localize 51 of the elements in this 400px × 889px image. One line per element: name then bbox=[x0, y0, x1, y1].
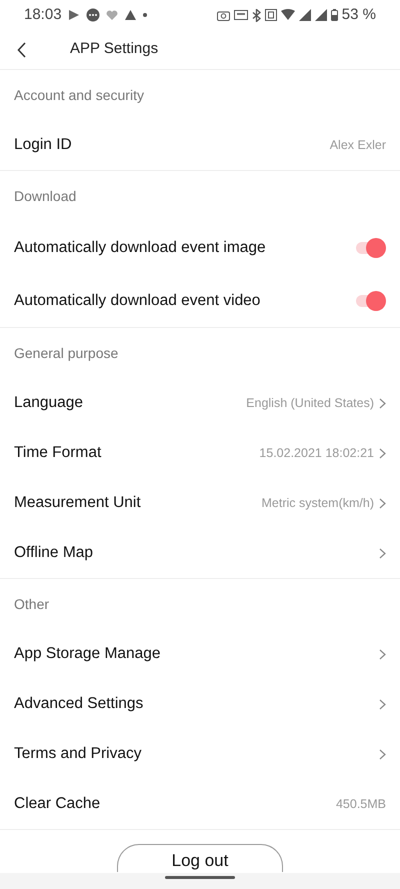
dot-icon bbox=[142, 13, 147, 17]
back-icon bbox=[17, 42, 27, 58]
setting-label: Language bbox=[14, 393, 83, 414]
setting-value: Alex Exler bbox=[330, 136, 386, 154]
toggle-switch[interactable] bbox=[356, 290, 386, 310]
setting-label: App Storage Manage bbox=[14, 644, 160, 664]
setting-label: Clear Cache bbox=[14, 794, 100, 814]
chevron-right-icon bbox=[379, 548, 386, 558]
setting-label: Automatically download event image bbox=[14, 238, 266, 258]
settings-row[interactable]: Time Format 15.02.2021 18:02:21 bbox=[0, 428, 400, 478]
setting-label: Time Format bbox=[14, 443, 102, 464]
setting-label: Measurement Unit bbox=[14, 493, 141, 514]
settings-row[interactable]: Terms and Privacy bbox=[0, 729, 400, 779]
setting-value: English (United States) bbox=[246, 394, 374, 412]
chevron-right-icon bbox=[379, 698, 386, 710]
chat-icon bbox=[86, 8, 100, 22]
clock: 18:03 bbox=[24, 4, 62, 25]
setting-label: Terms and Privacy bbox=[14, 744, 142, 764]
settings-row[interactable]: App Storage Manage bbox=[0, 629, 400, 679]
settings-row[interactable]: Offline Map bbox=[0, 528, 400, 578]
settings-row[interactable]: Advanced Settings bbox=[0, 679, 400, 729]
wifi-icon bbox=[280, 8, 295, 22]
setting-value: 15.02.2021 18:02:21 bbox=[259, 444, 374, 462]
setting-value: Metric system(km/h) bbox=[262, 494, 374, 512]
heart-icon bbox=[106, 10, 118, 20]
page-title: APP Settings bbox=[70, 39, 158, 60]
chevron-right-icon bbox=[379, 498, 386, 508]
setting-label: Offline Map bbox=[14, 543, 93, 564]
play-icon bbox=[68, 9, 80, 21]
logout-button[interactable]: Log out bbox=[117, 844, 283, 872]
setting-label: Automatically download event video bbox=[14, 290, 260, 311]
section-header: Download bbox=[14, 186, 76, 206]
bluetooth-icon bbox=[252, 8, 261, 22]
chevron-right-icon bbox=[379, 398, 386, 408]
section-header: Account and security bbox=[14, 86, 144, 105]
battery-icon bbox=[330, 9, 338, 21]
chevron-right-icon bbox=[379, 748, 386, 760]
section-header: General purpose bbox=[14, 344, 118, 363]
settings-row[interactable]: Measurement Unit Metric system(km/h) bbox=[0, 478, 400, 528]
signal-icon bbox=[314, 9, 327, 21]
chevron-right-icon bbox=[379, 448, 386, 458]
battery-percentage: 53 % bbox=[342, 4, 376, 25]
camera-icon bbox=[216, 10, 230, 20]
toggle-switch[interactable] bbox=[356, 238, 386, 258]
signal-icon bbox=[298, 9, 311, 21]
chevron-right-icon bbox=[379, 648, 386, 660]
section-header: Other bbox=[14, 594, 50, 614]
setting-label: Login ID bbox=[14, 135, 72, 156]
settings-row[interactable]: Language English (United States) bbox=[0, 378, 400, 428]
setting-value: 450.5MB bbox=[336, 796, 386, 813]
setting-label: Advanced Settings bbox=[14, 694, 144, 714]
